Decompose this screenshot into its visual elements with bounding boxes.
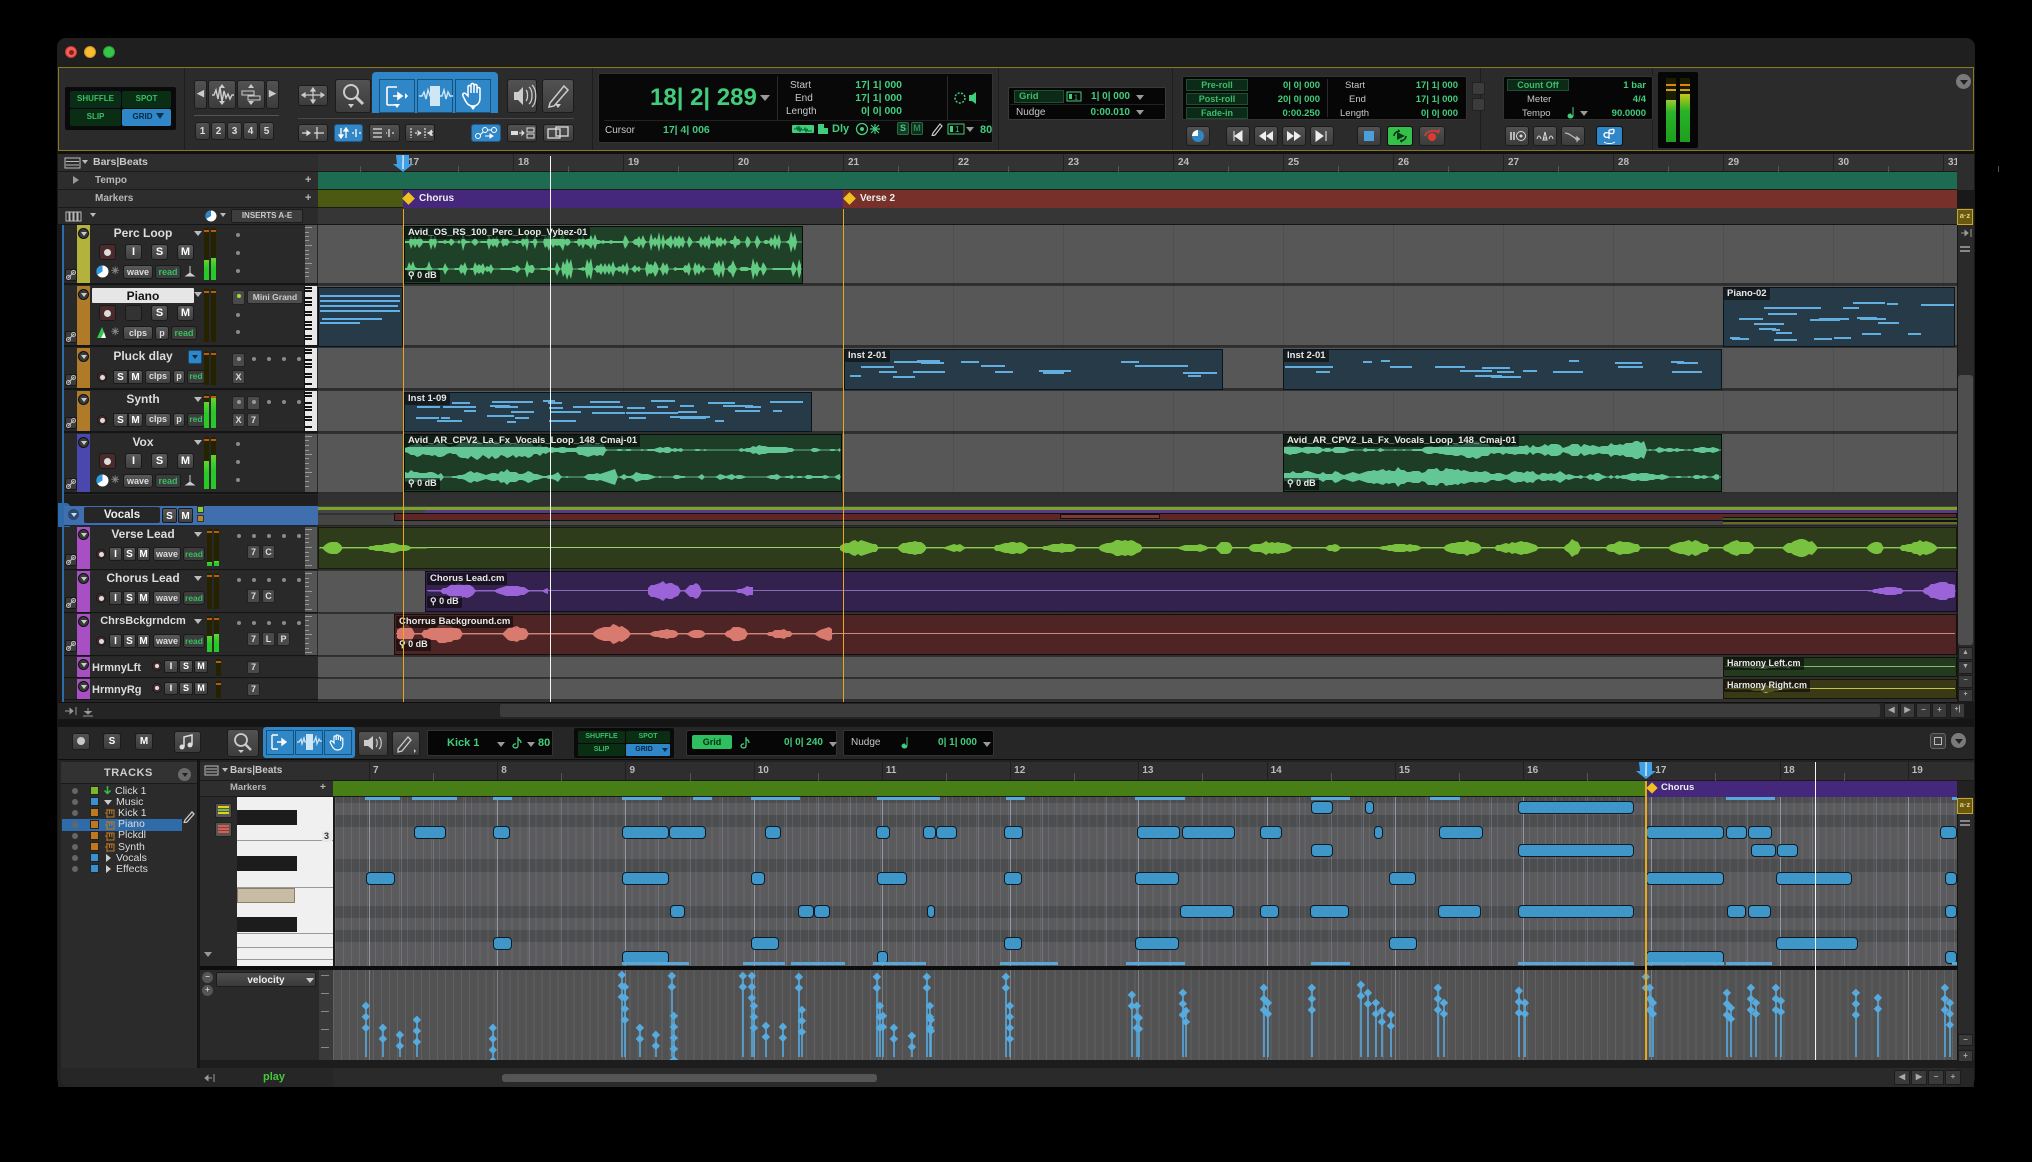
svg-text:1: 1 xyxy=(955,125,960,134)
